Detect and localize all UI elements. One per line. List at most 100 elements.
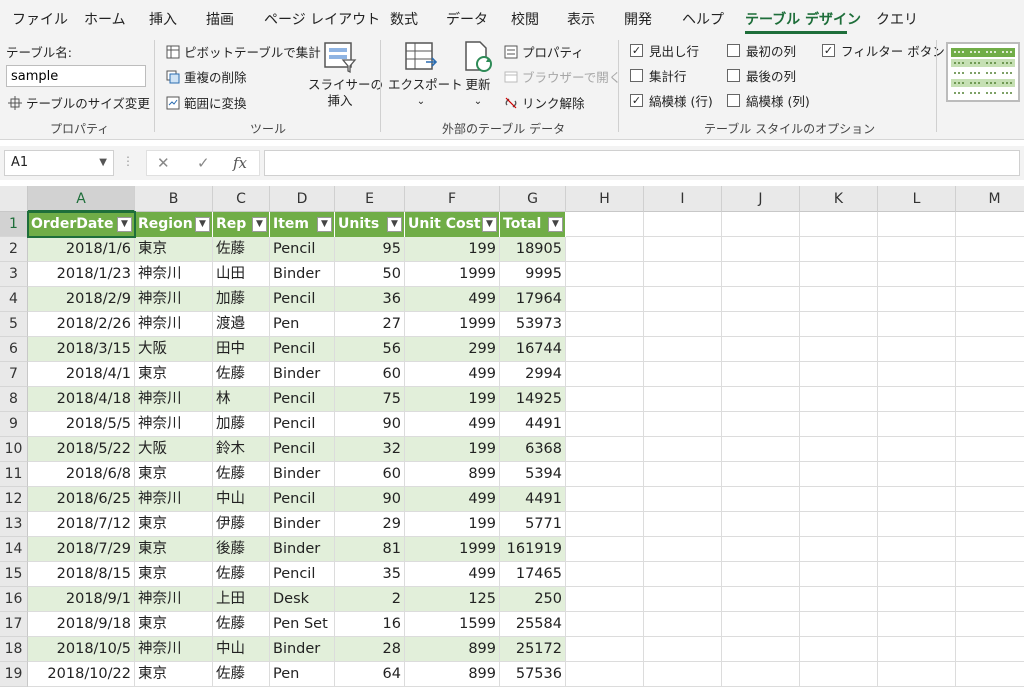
empty-cell[interactable] <box>956 287 1024 312</box>
empty-cell[interactable] <box>644 587 722 612</box>
table-cell[interactable]: Binder <box>270 537 335 562</box>
table-cell[interactable]: 2 <box>335 587 405 612</box>
empty-cell[interactable] <box>800 487 878 512</box>
table-cell[interactable]: 東京 <box>135 537 213 562</box>
table-cell[interactable]: 499 <box>405 287 500 312</box>
empty-cell[interactable] <box>722 612 800 637</box>
empty-cell[interactable] <box>722 262 800 287</box>
table-cell[interactable]: 28 <box>335 637 405 662</box>
empty-cell[interactable] <box>956 537 1024 562</box>
empty-cell[interactable] <box>722 487 800 512</box>
table-cell[interactable]: 56 <box>335 337 405 362</box>
table-cell[interactable]: 27 <box>335 312 405 337</box>
table-cell[interactable]: 大阪 <box>135 337 213 362</box>
empty-cell[interactable] <box>566 637 644 662</box>
empty-cell[interactable] <box>878 587 956 612</box>
table-cell[interactable]: 53973 <box>500 312 566 337</box>
empty-cell[interactable] <box>566 662 644 687</box>
empty-cell[interactable] <box>644 512 722 537</box>
table-cell[interactable]: 東京 <box>135 612 213 637</box>
table-cell[interactable]: Pen Set <box>270 612 335 637</box>
empty-cell[interactable] <box>644 262 722 287</box>
empty-cell[interactable] <box>956 262 1024 287</box>
table-cell[interactable]: 東京 <box>135 512 213 537</box>
tab-item[interactable]: 描画 <box>206 9 234 29</box>
empty-cell[interactable] <box>722 337 800 362</box>
table-header-cell[interactable]: Total ▼ <box>500 212 566 237</box>
empty-cell[interactable] <box>800 462 878 487</box>
empty-cell[interactable] <box>566 512 644 537</box>
empty-cell[interactable] <box>878 337 956 362</box>
table-cell[interactable]: Pencil <box>270 237 335 262</box>
tab-item[interactable]: 校閲 <box>511 9 539 29</box>
table-cell[interactable]: Binder <box>270 512 335 537</box>
table-cell[interactable]: 499 <box>405 412 500 437</box>
table-cell[interactable]: 神奈川 <box>135 637 213 662</box>
empty-cell[interactable] <box>878 362 956 387</box>
row-header[interactable]: 5 <box>0 312 28 337</box>
table-cell[interactable]: 佐藤 <box>213 562 270 587</box>
empty-cell[interactable] <box>722 587 800 612</box>
table-cell[interactable]: 中山 <box>213 637 270 662</box>
table-cell[interactable]: 1599 <box>405 612 500 637</box>
empty-cell[interactable] <box>878 462 956 487</box>
table-cell[interactable]: 499 <box>405 362 500 387</box>
table-cell[interactable]: 2018/2/9 <box>28 287 135 312</box>
row-header[interactable]: 16 <box>0 587 28 612</box>
pivot-summarize-button[interactable]: ピボットテーブルで集計 <box>166 42 321 61</box>
table-cell[interactable]: 伊藤 <box>213 512 270 537</box>
table-cell[interactable]: 神奈川 <box>135 487 213 512</box>
empty-cell[interactable] <box>644 487 722 512</box>
empty-cell[interactable] <box>722 212 800 237</box>
row-header[interactable]: 9 <box>0 412 28 437</box>
empty-cell[interactable] <box>878 537 956 562</box>
table-cell[interactable]: 東京 <box>135 662 213 687</box>
table-cell[interactable]: 2018/5/22 <box>28 437 135 462</box>
row-header[interactable]: 12 <box>0 487 28 512</box>
empty-cell[interactable] <box>566 437 644 462</box>
name-box-dropdown-icon[interactable]: ▼ <box>99 157 107 168</box>
table-cell[interactable]: 899 <box>405 462 500 487</box>
table-cell[interactable]: 2018/7/29 <box>28 537 135 562</box>
table-cell[interactable]: Pen <box>270 662 335 687</box>
table-cell[interactable]: 東京 <box>135 362 213 387</box>
empty-cell[interactable] <box>956 212 1024 237</box>
table-cell[interactable]: 81 <box>335 537 405 562</box>
empty-cell[interactable] <box>722 387 800 412</box>
table-cell[interactable]: Pen <box>270 312 335 337</box>
empty-cell[interactable] <box>566 537 644 562</box>
table-cell[interactable]: 2018/6/25 <box>28 487 135 512</box>
table-cell[interactable]: 東京 <box>135 462 213 487</box>
table-cell[interactable]: 16 <box>335 612 405 637</box>
table-cell[interactable]: 199 <box>405 387 500 412</box>
empty-cell[interactable] <box>722 362 800 387</box>
table-header-cell[interactable]: OrderDate ▼ <box>28 212 135 237</box>
empty-cell[interactable] <box>644 612 722 637</box>
empty-cell[interactable] <box>644 462 722 487</box>
empty-cell[interactable] <box>800 312 878 337</box>
tab-item[interactable]: データ <box>446 9 488 29</box>
empty-cell[interactable] <box>878 612 956 637</box>
table-cell[interactable]: 4491 <box>500 412 566 437</box>
table-cell[interactable]: 中山 <box>213 487 270 512</box>
empty-cell[interactable] <box>722 462 800 487</box>
first-column-checkbox[interactable]: 最初の列 <box>727 41 796 60</box>
empty-cell[interactable] <box>566 262 644 287</box>
empty-cell[interactable] <box>566 462 644 487</box>
table-cell[interactable]: Binder <box>270 637 335 662</box>
empty-cell[interactable] <box>566 587 644 612</box>
banded-rows-checkbox[interactable]: ✓ 縞模様 (行) <box>630 91 713 110</box>
table-cell[interactable]: 125 <box>405 587 500 612</box>
filter-dropdown-icon[interactable]: ▼ <box>117 217 132 232</box>
empty-cell[interactable] <box>722 287 800 312</box>
empty-cell[interactable] <box>956 387 1024 412</box>
row-header[interactable]: 8 <box>0 387 28 412</box>
table-header-cell[interactable]: Unit Cost ▼ <box>405 212 500 237</box>
empty-cell[interactable] <box>800 612 878 637</box>
row-header[interactable]: 14 <box>0 537 28 562</box>
table-cell[interactable]: Desk <box>270 587 335 612</box>
tab-item[interactable]: 表示 <box>567 9 595 29</box>
table-cell[interactable]: 14925 <box>500 387 566 412</box>
empty-cell[interactable] <box>800 337 878 362</box>
table-header-cell[interactable]: Rep ▼ <box>213 212 270 237</box>
